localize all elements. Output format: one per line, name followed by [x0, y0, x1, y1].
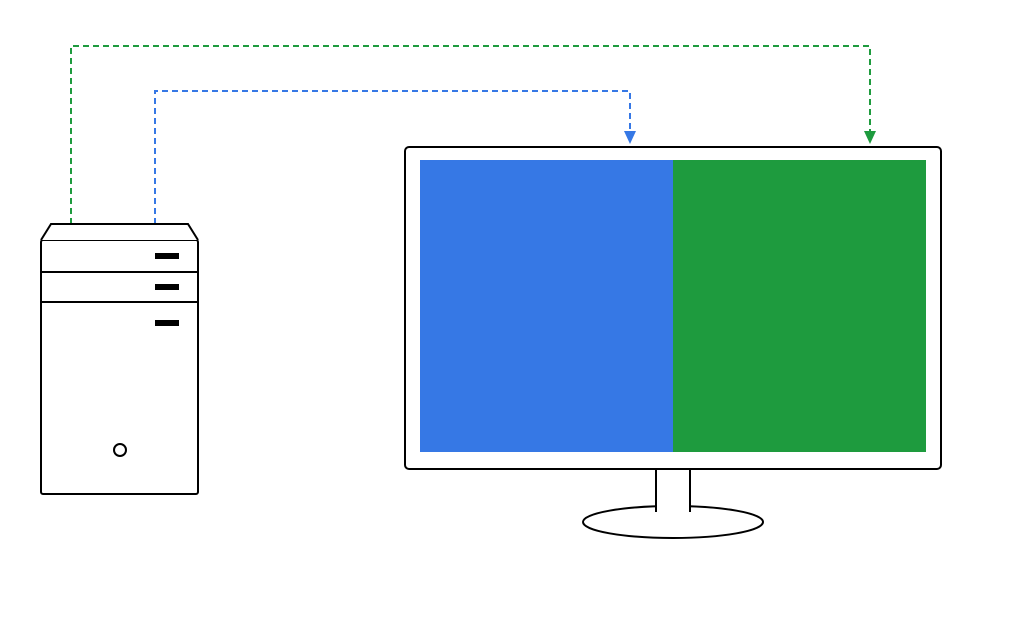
- screen-right-half: [673, 160, 926, 452]
- diagram-svg: [0, 0, 1023, 614]
- monitor-screen: [420, 160, 926, 452]
- computer-tower-icon: [41, 224, 198, 494]
- monitor-icon: [405, 147, 941, 538]
- diagram-canvas: [0, 0, 1023, 614]
- screen-left-half: [420, 160, 673, 452]
